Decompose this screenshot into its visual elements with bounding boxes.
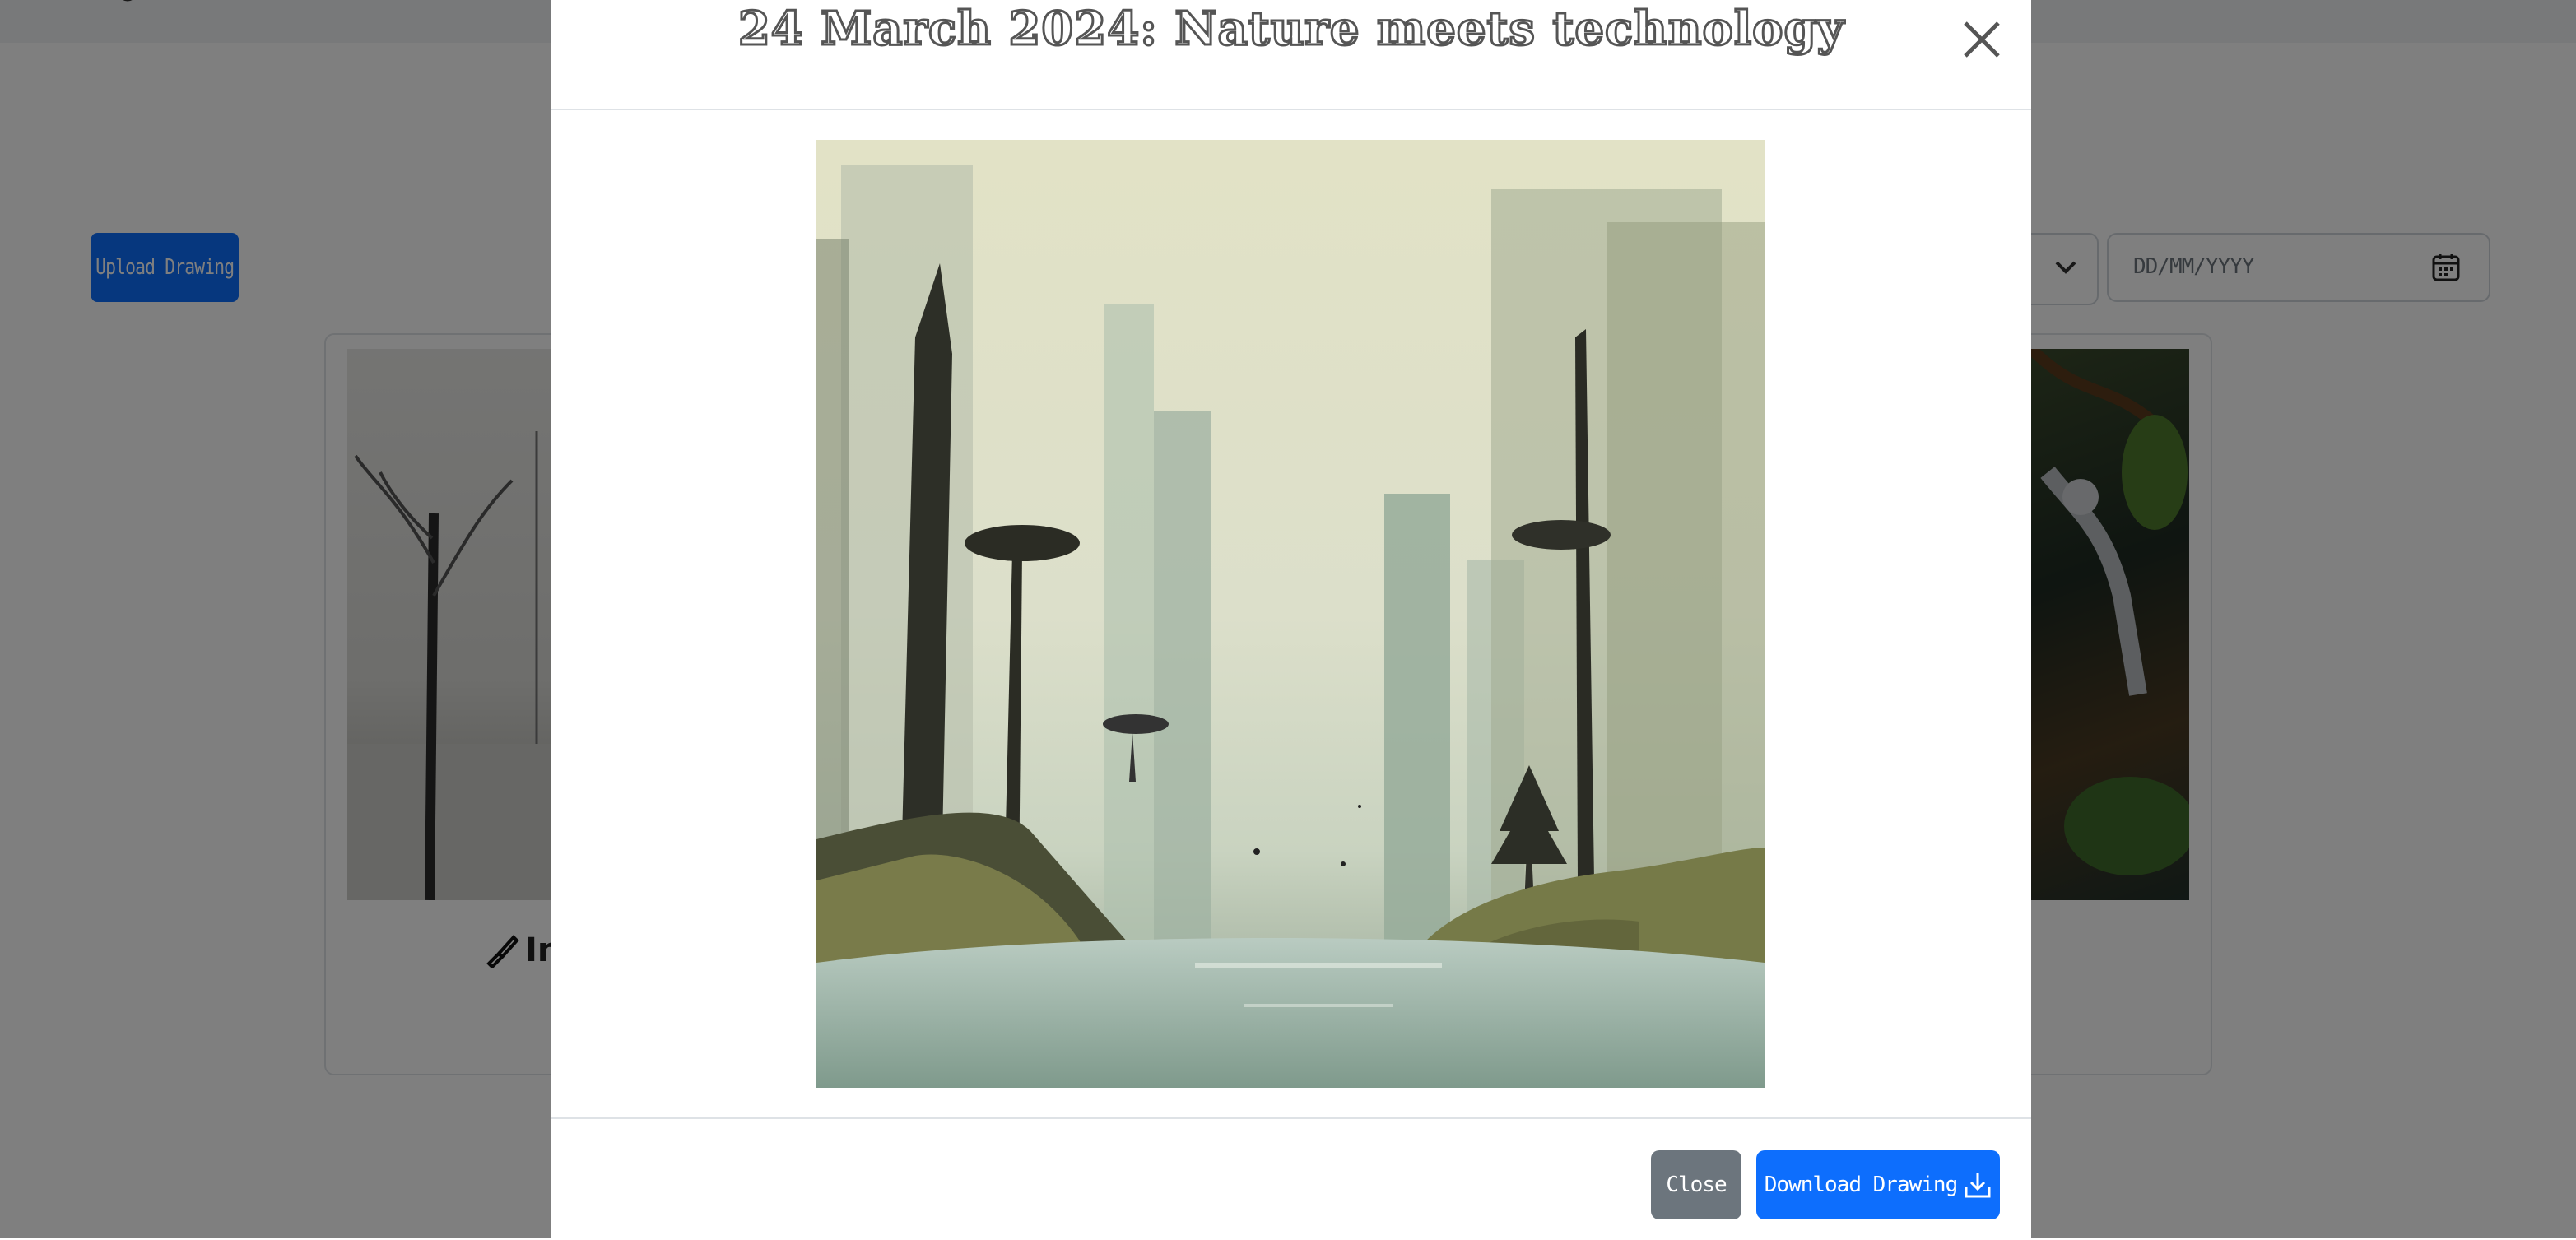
download-drawing-label: Download Drawing	[1764, 1173, 1958, 1197]
modal-footer: Close Download Drawing	[551, 1117, 2031, 1240]
close-x-icon[interactable]	[1957, 15, 2006, 64]
modal-title: 24 March 2024: Nature meets technology	[737, 1, 1845, 58]
drawing-preview-image	[816, 140, 1765, 1088]
download-icon	[1965, 1173, 1991, 1198]
download-drawing-button[interactable]: Download Drawing	[1756, 1150, 2000, 1219]
modal-body	[551, 110, 2031, 1117]
modal-header: 24 March 2024: Nature meets technology	[551, 0, 2031, 110]
close-button[interactable]: Close	[1651, 1150, 1741, 1219]
drawing-preview-modal: 24 March 2024: Nature meets technology C…	[551, 0, 2031, 1238]
